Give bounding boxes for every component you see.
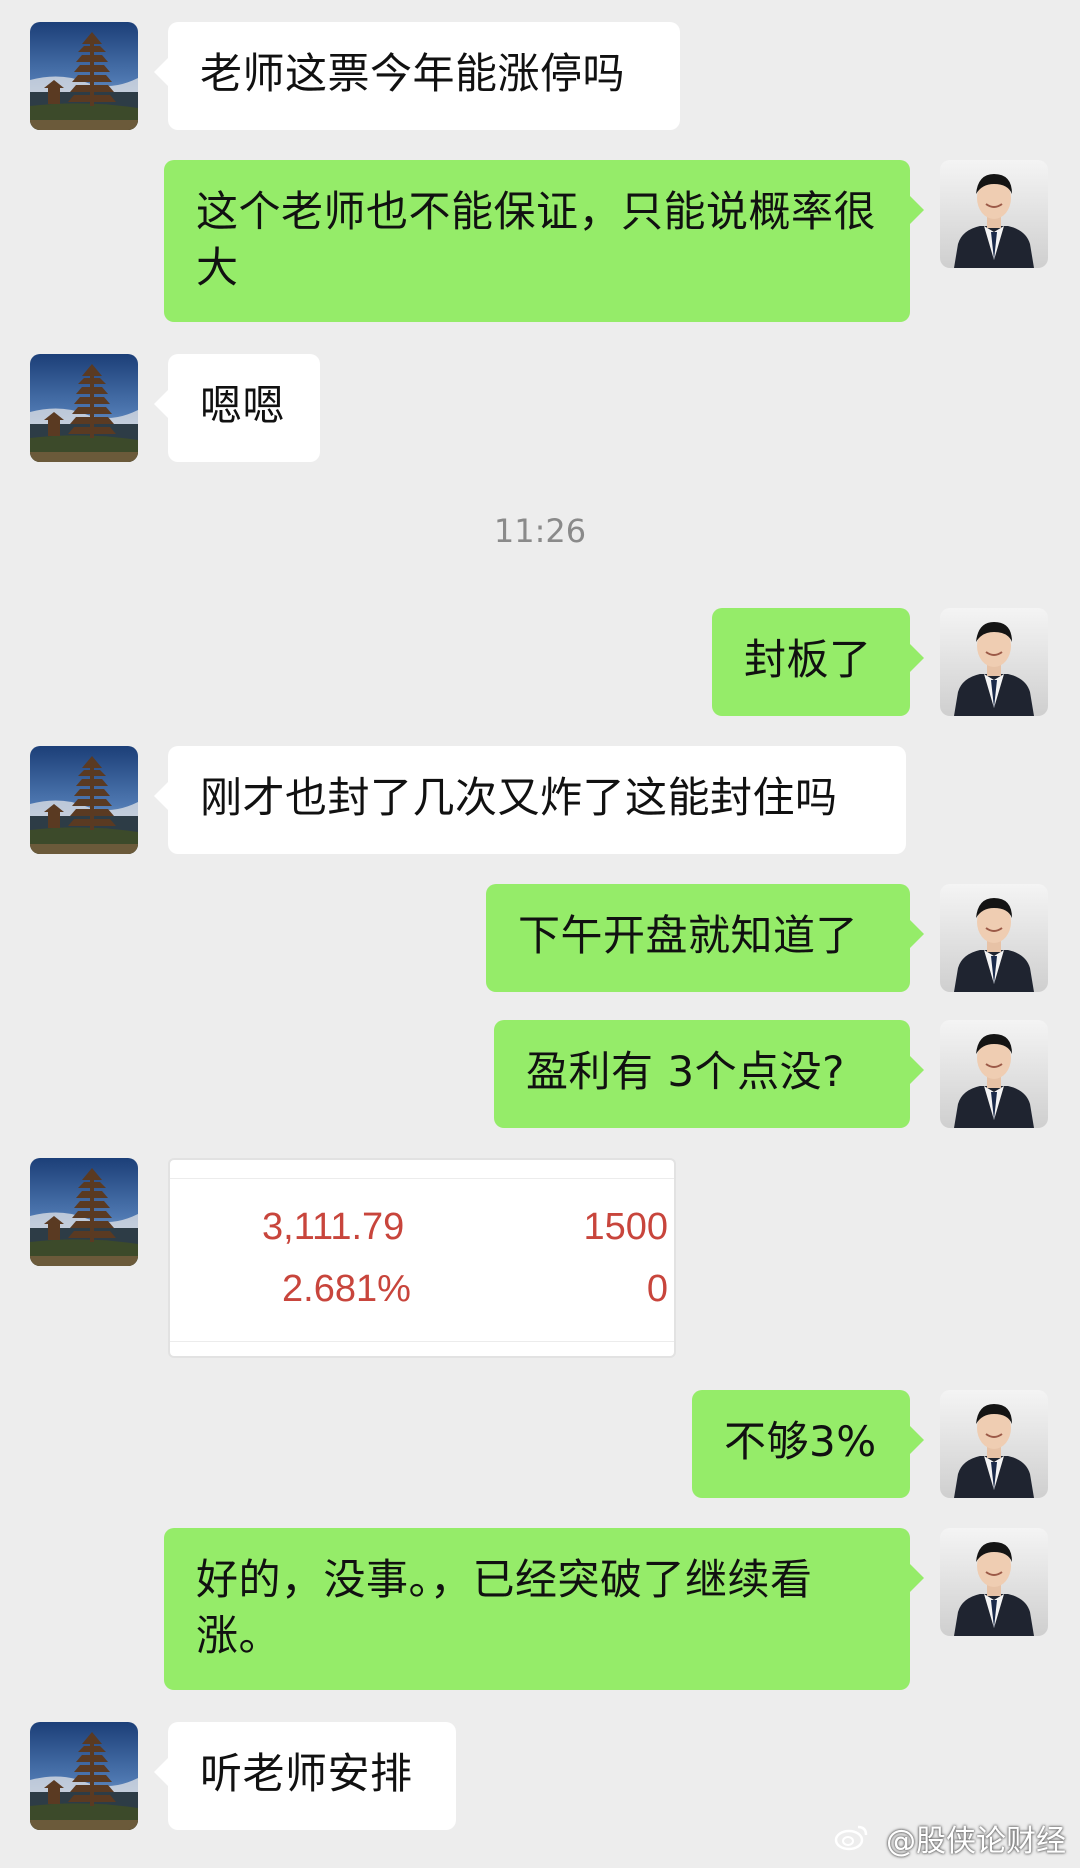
watermark: @股侠论财经 [834,1816,1066,1860]
message-bubble-incoming[interactable]: 老师这票今年能涨停吗 [154,22,680,130]
message-bubble-incoming[interactable]: 听老师安排 [154,1722,456,1830]
user-avatar[interactable] [940,160,1048,268]
screenshot-image-message[interactable]: 3,111.79 1500 2.681% 0 [168,1158,676,1358]
message-timestamp: 11:26 [493,512,587,550]
contact-avatar[interactable] [30,746,138,854]
watermark-text: @股侠论财经 [886,1824,1066,1859]
divider [170,1341,674,1342]
available-value: 0 [646,1268,668,1310]
message-bubble-incoming[interactable]: 嗯嗯 [154,354,320,462]
message-bubble-outgoing[interactable]: 好的，没事。，已经突破了继续看涨。 [164,1528,924,1690]
message-bubble-outgoing[interactable]: 这个老师也不能保证，只能说概率很大 [164,160,924,322]
user-avatar[interactable] [940,1390,1048,1498]
message-bubble-outgoing[interactable]: 下午开盘就知道了 [486,884,924,992]
contact-avatar[interactable] [30,1158,138,1266]
weibo-icon [834,1823,870,1859]
message-bubble-outgoing[interactable]: 盈利有 3个点没? [494,1020,924,1128]
user-avatar[interactable] [940,1528,1048,1636]
message-bubble-incoming[interactable]: 刚才也封了几次又炸了这能封住吗 [154,746,906,854]
user-avatar[interactable] [940,608,1048,716]
price-value: 3,111.79 [262,1206,405,1248]
percent-value: 2.681% [282,1268,411,1310]
shares-value: 1500 [583,1206,668,1248]
divider [170,1178,674,1179]
message-bubble-outgoing[interactable]: 不够3% [692,1390,924,1498]
message-bubble-outgoing[interactable]: 封板了 [712,608,924,716]
user-avatar[interactable] [940,1020,1048,1128]
contact-avatar[interactable] [30,1722,138,1830]
contact-avatar[interactable] [30,354,138,462]
user-avatar[interactable] [940,884,1048,992]
contact-avatar[interactable] [30,22,138,130]
